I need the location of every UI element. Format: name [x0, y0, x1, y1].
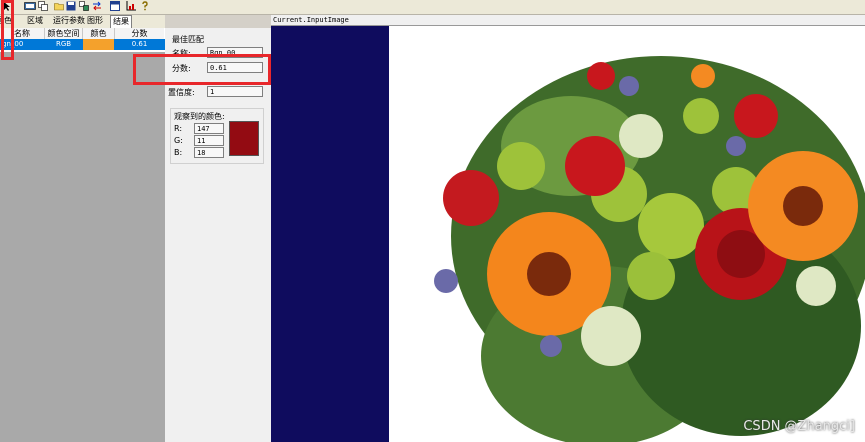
- results-table: 名称 颜色空间 颜色 分数 gn_00 RGB 0.61: [0, 28, 165, 52]
- tab-run-params[interactable]: 运行参数: [53, 15, 85, 27]
- confidence-field: 1: [207, 86, 263, 97]
- help-icon[interactable]: [140, 1, 150, 11]
- tab-region[interactable]: 区域: [27, 15, 43, 27]
- best-match-panel: 最佳匹配 名称: Rgn_00 分数: 0.61 置信度: 1 观察到的颜色: …: [165, 28, 271, 442]
- observed-color-title: 观察到的颜色:: [174, 112, 225, 121]
- image-title: Current.InputImage: [271, 15, 865, 26]
- table-row[interactable]: gn_00 RGB 0.61: [0, 39, 165, 50]
- tab-strip: 颜色 区域 运行参数 图形 结果: [0, 15, 165, 28]
- image-left-band: [271, 26, 389, 442]
- swap-icon[interactable]: [92, 1, 102, 11]
- b-label: B:: [174, 148, 183, 157]
- toolbar: [0, 0, 865, 15]
- observed-color-swatch: [229, 121, 259, 156]
- best-match-title: 最佳匹配: [172, 35, 204, 44]
- cell-colorspace: RGB: [55, 40, 72, 48]
- cell-color-swatch: [83, 39, 114, 50]
- display-icon[interactable]: [24, 1, 36, 11]
- b-field: 18: [194, 147, 224, 158]
- g-field: 11: [194, 135, 224, 146]
- left-panel: [0, 28, 165, 442]
- open-folder-icon[interactable]: [54, 1, 64, 11]
- save-icon[interactable]: [66, 1, 76, 11]
- tab-graphics[interactable]: 图形: [87, 15, 103, 27]
- copy-icon[interactable]: [38, 1, 48, 11]
- r-label: R:: [174, 124, 183, 133]
- observed-color-group: 观察到的颜色: R: 147 G: 11 B: 18: [170, 108, 264, 164]
- r-field: 147: [194, 123, 224, 134]
- confidence-label: 置信度:: [168, 88, 195, 97]
- link-icon[interactable]: [79, 1, 89, 11]
- table-icon[interactable]: [110, 1, 120, 11]
- chart-icon[interactable]: [126, 1, 136, 11]
- highlight-box-score: [133, 54, 271, 85]
- cell-score: 0.61: [131, 40, 148, 48]
- tab-results[interactable]: 结果: [110, 15, 132, 28]
- highlight-box-left: [1, 0, 14, 60]
- g-label: G:: [174, 136, 183, 145]
- watermark: CSDN @Zhangci]: [743, 419, 855, 434]
